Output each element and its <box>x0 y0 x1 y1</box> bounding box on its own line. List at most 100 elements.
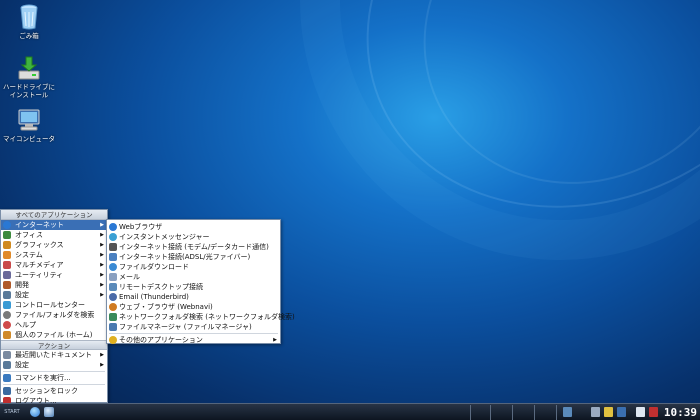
network-folder-icon <box>109 313 117 321</box>
menu-item-action-settings[interactable]: 設定 ▶ <box>1 360 107 370</box>
menu-item-search[interactable]: ファイル/フォルダを検索 <box>1 310 107 320</box>
power-tray-icon[interactable] <box>649 407 658 417</box>
download-icon <box>109 263 117 271</box>
clipboard-tray-icon[interactable] <box>636 407 645 417</box>
menu-item-system[interactable]: システム ▶ <box>1 250 107 260</box>
arrow-right-icon: ▶ <box>100 262 104 268</box>
browser-launcher-icon[interactable] <box>30 407 40 417</box>
messenger-icon <box>109 233 117 241</box>
menu-item-label: ユーティリティ <box>15 271 64 279</box>
menu-item-label: コントロールセンター <box>15 301 85 309</box>
battery-tray-icon[interactable] <box>604 407 613 417</box>
menu-item-help[interactable]: ヘルプ <box>1 320 107 330</box>
web-browser-icon <box>109 223 117 231</box>
arrow-right-icon: ▶ <box>100 272 104 278</box>
menu-item-multimedia[interactable]: マルチメディア ▶ <box>1 260 107 270</box>
search-icon <box>3 311 11 319</box>
taskbar-separator <box>490 405 491 420</box>
menu-item-graphics[interactable]: グラフィックス ▶ <box>1 240 107 250</box>
menu-item-label: グラフィックス <box>15 241 64 249</box>
multimedia-icon <box>3 261 11 269</box>
menu-header-all-apps: すべてのアプリケーション <box>1 210 107 220</box>
menu-item-home[interactable]: 個人のファイル (ホーム) <box>1 330 107 340</box>
development-icon <box>3 281 11 289</box>
menu-item-label: インターネット <box>15 221 64 229</box>
submenu-item-thunderbird[interactable]: Email (Thunderbird) <box>107 292 280 302</box>
menu-item-control-center[interactable]: コントロールセンター <box>1 300 107 310</box>
menu-item-settings[interactable]: 設定 ▶ <box>1 290 107 300</box>
menu-item-label: システム <box>15 251 43 259</box>
submenu-item-network-folder[interactable]: ネットワークフォルダ検索 (ネットワークフォルダ検索) <box>107 312 295 322</box>
submenu-item-adsl[interactable]: インターネット接続(ADSL/光ファイバー) <box>107 252 280 262</box>
menu-item-label: ファイル/フォルダを検索 <box>15 311 95 319</box>
menu-item-office[interactable]: オフィス ▶ <box>1 230 107 240</box>
menu-item-run-command[interactable]: コマンドを実行... <box>1 373 107 383</box>
submenu-item-messenger[interactable]: インスタントメッセンジャー <box>107 232 280 242</box>
settings-icon <box>3 291 11 299</box>
computer-icon <box>16 106 42 134</box>
menu-item-label: 個人のファイル (ホーム) <box>15 331 93 339</box>
menu-item-label: 設定 <box>15 291 29 299</box>
menu-item-lock-session[interactable]: セッションをロック <box>1 386 107 396</box>
start-menu: すべてのアプリケーション インターネット ▶ オフィス ▶ グラフィックス ▶ … <box>0 209 108 405</box>
display-tray-icon[interactable] <box>617 407 626 417</box>
network-icon <box>109 253 117 261</box>
menu-item-label: 設定 <box>15 361 29 369</box>
desktop-icon-install[interactable]: ハードドライブに インストール <box>3 54 55 99</box>
remote-desktop-icon <box>109 283 117 291</box>
submenu-item-download[interactable]: ファイルダウンロード <box>107 262 280 272</box>
taskbar-separator <box>512 405 513 420</box>
mail-icon <box>109 273 117 281</box>
start-button[interactable]: START <box>2 406 22 419</box>
desktop-icon-label: ごみ箱 <box>19 32 39 40</box>
menu-item-label: リモートデスクトップ接続 <box>119 283 203 291</box>
menu-item-label: コマンドを実行... <box>15 374 71 382</box>
wallpaper-swoosh <box>226 0 700 334</box>
menu-separator <box>3 384 105 385</box>
submenu-item-other-apps[interactable]: その他のアプリケーション ▶ <box>107 335 280 345</box>
menu-item-label: Email (Thunderbird) <box>119 293 189 301</box>
thunderbird-icon <box>109 293 117 301</box>
menu-item-label: ネットワークフォルダ検索 (ネットワークフォルダ検索) <box>119 313 295 321</box>
arrow-right-icon: ▶ <box>100 292 104 298</box>
install-icon <box>16 54 42 82</box>
taskbar: START 10:39 <box>0 403 700 420</box>
menu-item-development[interactable]: 開発 ▶ <box>1 280 107 290</box>
menu-item-label: 開発 <box>15 281 29 289</box>
desktop-icon-trash[interactable]: ごみ箱 <box>3 3 55 40</box>
arrow-right-icon: ▶ <box>100 242 104 248</box>
network-tray-icon[interactable] <box>563 407 572 417</box>
menu-item-label: ウェブ・ブラウザ (Webnavi) <box>119 303 213 311</box>
taskbar-separator <box>470 405 471 420</box>
clock[interactable]: 10:39 <box>664 405 697 420</box>
menu-separator <box>3 371 105 372</box>
file-manager-icon <box>109 323 117 331</box>
arrow-right-icon: ▶ <box>100 232 104 238</box>
menu-item-internet[interactable]: インターネット ▶ <box>1 220 107 230</box>
submenu-item-web-browser[interactable]: Webブラウザ <box>107 222 280 232</box>
graphics-icon <box>3 241 11 249</box>
submenu-item-file-manager[interactable]: ファイルマネージャ (ファイルマネージャ) <box>107 322 280 332</box>
menu-item-recent-documents[interactable]: 最近開いたドキュメント ▶ <box>1 350 107 360</box>
arrow-right-icon: ▶ <box>100 252 104 258</box>
submenu-item-modem[interactable]: インターネット接続 (モデム/データカード通信) <box>107 242 280 252</box>
recent-icon <box>3 351 11 359</box>
submenu-item-mail[interactable]: メール <box>107 272 280 282</box>
office-icon <box>3 231 11 239</box>
menu-item-utility[interactable]: ユーティリティ ▶ <box>1 270 107 280</box>
taskbar-separator <box>556 405 557 420</box>
arrow-right-icon: ▶ <box>100 362 104 368</box>
arrow-right-icon: ▶ <box>100 222 104 228</box>
menu-item-label: インスタントメッセンジャー <box>119 233 210 241</box>
settings-icon <box>3 361 11 369</box>
submenu-item-webnavi[interactable]: ウェブ・ブラウザ (Webnavi) <box>107 302 280 312</box>
submenu-item-remote-desktop[interactable]: リモートデスクトップ接続 <box>107 282 280 292</box>
messenger-launcher-icon[interactable] <box>44 407 54 417</box>
desktop-icon-label: ハードドライブに インストール <box>3 83 55 99</box>
desktop-icon-computer[interactable]: マイコンピュータ <box>3 106 55 143</box>
menu-header-actions: アクション <box>1 340 107 350</box>
system-icon <box>3 251 11 259</box>
drive-tray-icon[interactable] <box>591 407 600 417</box>
menu-item-label: Webブラウザ <box>119 223 163 231</box>
menu-item-label: インターネット接続(ADSL/光ファイバー) <box>119 253 251 261</box>
